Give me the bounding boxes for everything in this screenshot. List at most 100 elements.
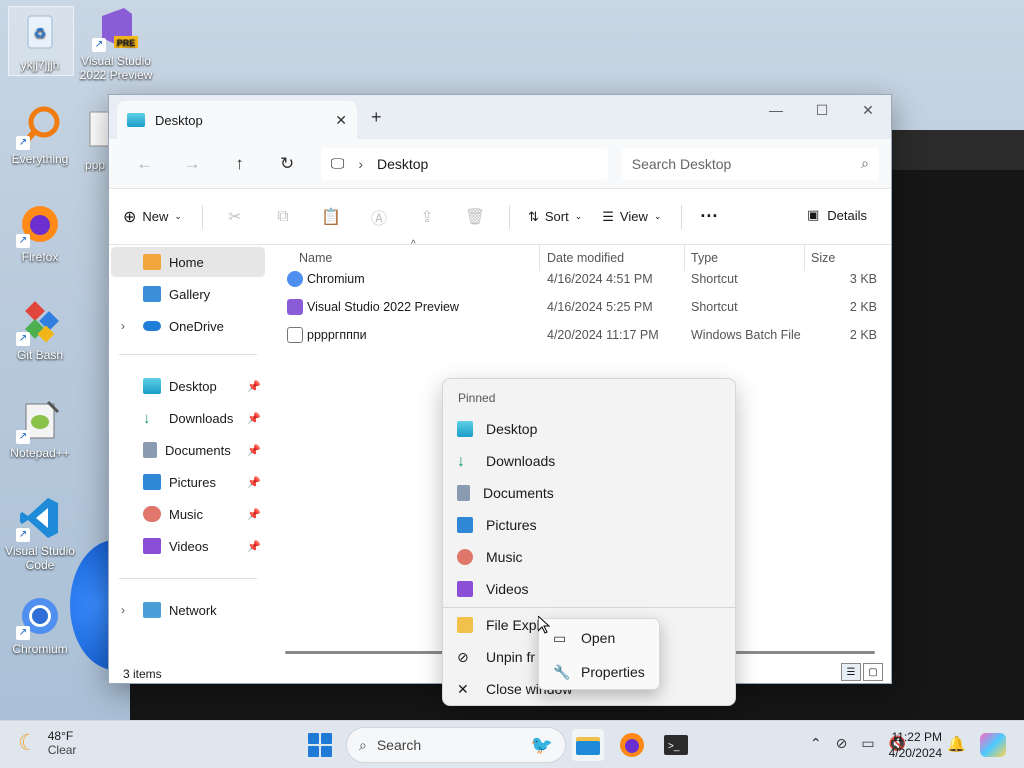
close-tab-icon[interactable]: ✕ xyxy=(335,112,347,129)
rename-icon[interactable]: Ⓐ xyxy=(365,205,393,229)
jump-item-documents[interactable]: Documents xyxy=(457,477,554,509)
forward-icon[interactable]: → xyxy=(168,154,215,174)
nav-item-videos[interactable]: Videos 📌 xyxy=(111,531,265,561)
delete-icon[interactable]: 🗑 xyxy=(461,207,489,227)
new-tab-icon[interactable]: + xyxy=(371,107,382,128)
jump-item-unpin[interactable]: ⊘ Unpin fr xyxy=(457,641,535,673)
table-row[interactable]: Chromium 4/16/2024 4:51 PM Shortcut 3 KB xyxy=(269,265,893,293)
taskbar-file-explorer[interactable] xyxy=(572,729,604,761)
search-placeholder: Search Desktop xyxy=(631,155,732,172)
jump-item-desktop[interactable]: Desktop xyxy=(457,413,537,445)
display-icon[interactable]: ▭ xyxy=(861,735,874,752)
sort-icon: ⇅ xyxy=(527,208,539,224)
nav-item-documents[interactable]: Documents 📌 xyxy=(111,435,265,465)
details-button[interactable]: ▣ Details xyxy=(807,207,867,223)
new-button[interactable]: ⊕ New ⌄ xyxy=(123,207,182,227)
nav-item-network[interactable]: › Network xyxy=(111,595,265,625)
sort-label: Sort xyxy=(544,209,569,224)
nav-item-label: OneDrive xyxy=(169,318,224,334)
sort-button[interactable]: ⇅ Sort ⌄ xyxy=(528,209,582,225)
file-name: ppppгпппи xyxy=(307,328,367,342)
clock[interactable]: 11:22 PM 4/20/2024 xyxy=(889,729,942,761)
jump-item-downloads[interactable]: ↓ Downloads xyxy=(457,445,555,477)
jump-item-pictures[interactable]: Pictures xyxy=(457,509,537,541)
close-window-icon[interactable]: ✕ xyxy=(845,95,891,125)
paste-icon[interactable]: 📋 xyxy=(317,207,345,227)
pin-icon[interactable]: 📌 xyxy=(247,540,261,553)
nav-item-label: Documents xyxy=(165,442,231,458)
context-item-open[interactable]: ▭ Open xyxy=(553,623,615,653)
refresh-icon[interactable]: ↻ xyxy=(263,154,310,174)
file-date: 4/20/2024 11:17 PM xyxy=(547,328,659,342)
batch-file-icon xyxy=(80,110,110,154)
nav-item-desktop[interactable]: Desktop 📌 xyxy=(111,371,265,401)
desktop-icon-recycle-bin[interactable]: ♻ ykjj7jjjh xyxy=(4,10,76,72)
git-bash-icon: ↗ xyxy=(16,300,62,346)
firefox-icon xyxy=(620,733,644,757)
context-item-properties[interactable]: 🔧 Properties xyxy=(553,657,645,687)
details-view-icon[interactable]: ☰ xyxy=(841,663,861,681)
notification-bell-icon[interactable]: 🔔 xyxy=(947,735,966,753)
desktop-icon-chromium[interactable]: ↗ Chromium xyxy=(4,594,76,656)
search-input[interactable]: Search Desktop ⌕ xyxy=(621,147,879,180)
minimize-icon[interactable]: — xyxy=(753,95,799,125)
taskbar-search[interactable]: ⌕ Search 🐦 xyxy=(346,727,566,763)
up-icon[interactable]: ↑ xyxy=(216,154,263,174)
column-date[interactable]: Date modified xyxy=(547,251,624,265)
back-icon[interactable]: ← xyxy=(121,154,168,174)
column-name[interactable]: Name xyxy=(299,251,332,265)
table-row[interactable]: ppppгпппи 4/20/2024 11:17 PM Windows Bat… xyxy=(269,321,893,349)
jump-item-label: Videos xyxy=(486,581,529,597)
nav-item-music[interactable]: Music 📌 xyxy=(111,499,265,529)
table-row[interactable]: Visual Studio 2022 Preview 4/16/2024 5:2… xyxy=(269,293,893,321)
start-icon[interactable] xyxy=(308,733,332,757)
jump-item-music[interactable]: Music xyxy=(457,541,523,573)
address-input[interactable]: 🖵 › Desktop xyxy=(320,147,608,180)
nav-item-downloads[interactable]: ↓ Downloads 📌 xyxy=(111,403,265,433)
nav-item-pictures[interactable]: Pictures 📌 xyxy=(111,467,265,497)
nav-item-label: Gallery xyxy=(169,286,211,302)
chevron-right-icon[interactable]: › xyxy=(121,319,125,333)
jump-item-videos[interactable]: Videos xyxy=(457,573,529,605)
chromium-icon: ↗ xyxy=(16,594,62,640)
column-type[interactable]: Type xyxy=(691,251,718,265)
desktop-icon-notepad-plus[interactable]: ↗ Notepad++ xyxy=(4,398,76,460)
chevron-right-icon[interactable]: › xyxy=(121,603,125,617)
pin-icon[interactable]: 📌 xyxy=(247,380,261,393)
weather-widget[interactable]: ☾ 48°F Clear xyxy=(18,729,76,757)
folder-icon xyxy=(457,617,473,633)
desktop-icon-visual-studio[interactable]: PRE ↗ Visual Studio 2022 Preview xyxy=(80,6,152,82)
cut-icon[interactable]: ✂ xyxy=(221,207,249,227)
desktop-icon-firefox[interactable]: ↗ Firefox xyxy=(4,202,76,264)
share-icon[interactable]: ⇪ xyxy=(413,207,441,227)
desktop-icon-ppp[interactable]: ppp xyxy=(80,110,110,172)
nav-item-home[interactable]: Home xyxy=(111,247,265,277)
desktop-icon-vscode[interactable]: ↗ Visual Studio Code xyxy=(4,496,76,572)
context-menu: ▭ Open 🔧 Properties xyxy=(538,618,660,690)
copy-icon[interactable]: ⧉ xyxy=(269,208,297,226)
pin-icon[interactable]: 📌 xyxy=(247,444,261,457)
tiles-view-icon[interactable]: ▢ xyxy=(863,663,883,681)
taskbar-firefox[interactable] xyxy=(616,729,648,761)
terminal-icon: >_ xyxy=(664,735,688,755)
taskbar-terminal[interactable]: >_ xyxy=(660,729,692,761)
vscode-icon: ↗ xyxy=(16,496,62,542)
more-options-icon[interactable]: ··· xyxy=(700,206,718,227)
tab-desktop[interactable]: Desktop ✕ xyxy=(117,101,357,139)
jump-item-file-explorer[interactable]: File Expl xyxy=(457,609,540,641)
pin-icon[interactable]: 📌 xyxy=(247,508,261,521)
nav-item-label: Downloads xyxy=(169,410,234,426)
column-size[interactable]: Size xyxy=(811,251,835,265)
nav-item-onedrive[interactable]: › OneDrive xyxy=(111,311,265,341)
pin-icon[interactable]: 📌 xyxy=(247,476,261,489)
copilot-icon[interactable] xyxy=(980,733,1006,757)
file-type: Windows Batch File xyxy=(691,328,801,342)
chevron-up-icon[interactable]: ⌃ xyxy=(810,735,822,752)
nav-item-gallery[interactable]: Gallery xyxy=(111,279,265,309)
network-offline-icon[interactable]: ⊘ xyxy=(836,735,848,752)
view-button[interactable]: ☰ View ⌄ xyxy=(602,209,661,225)
desktop-icon-everything[interactable]: ↗ Everything xyxy=(4,104,76,166)
pin-icon[interactable]: 📌 xyxy=(247,412,261,425)
maximize-icon[interactable]: ☐ xyxy=(799,95,845,125)
desktop-icon-git-bash[interactable]: ↗ Git Bash xyxy=(4,300,76,362)
